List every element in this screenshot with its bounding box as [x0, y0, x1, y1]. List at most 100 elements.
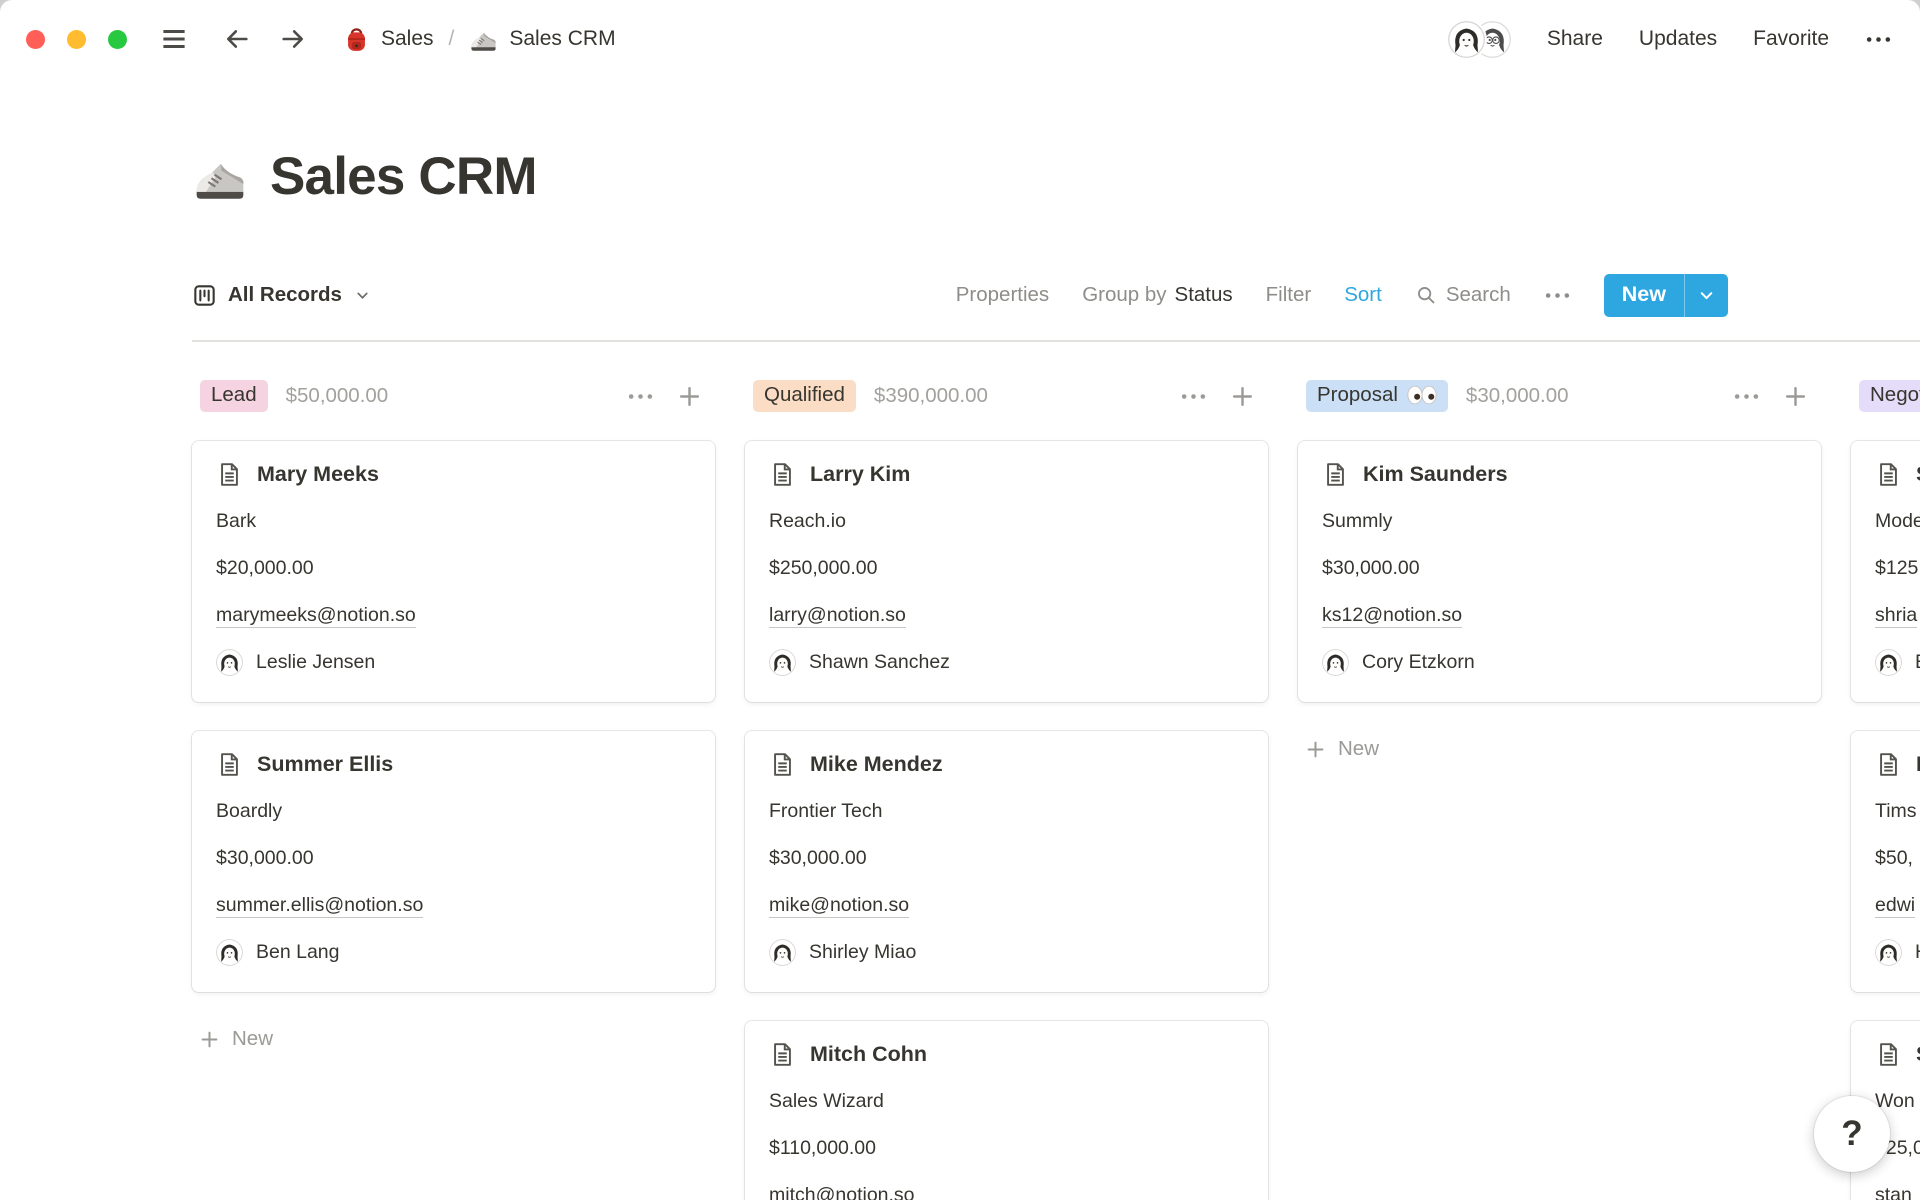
- card-company: Summly: [1322, 508, 1797, 535]
- plus-icon: [1306, 740, 1325, 759]
- owner-name: Leslie Jensen: [256, 649, 375, 676]
- share-button[interactable]: Share: [1547, 27, 1603, 51]
- eyes-icon: [1407, 385, 1437, 405]
- record-card[interactable]: Summer Ellis Boardly $30,000.00 summer.e…: [192, 731, 715, 992]
- record-card[interactable]: Mary Meeks Bark $20,000.00 marymeeks@not…: [192, 441, 715, 702]
- group-by-value: Status: [1175, 283, 1233, 307]
- board-column: Lead $50,000.00 Mary Meeks Bark $20,000.…: [192, 378, 715, 1057]
- owner-avatar: [1875, 939, 1902, 966]
- card-email-link[interactable]: ks12@notion.so: [1322, 604, 1462, 628]
- column-status-badge[interactable]: Qualified: [753, 380, 856, 412]
- column-status-badge[interactable]: Negotiation: [1859, 380, 1920, 412]
- add-card-label: New: [1338, 737, 1379, 761]
- card-email-link[interactable]: mitch@notion.so: [769, 1184, 915, 1200]
- column-add-icon[interactable]: [1784, 385, 1807, 408]
- record-card[interactable]: Mike Mendez Frontier Tech $30,000.00 mik…: [745, 731, 1268, 992]
- backpack-icon: [343, 26, 370, 53]
- breadcrumb-label: Sales: [381, 27, 434, 51]
- add-card-button[interactable]: New: [1298, 731, 1821, 767]
- search-button[interactable]: Search: [1415, 283, 1511, 307]
- new-button-chevron-icon[interactable]: [1685, 274, 1728, 317]
- view-name: All Records: [228, 283, 342, 307]
- column-more-icon[interactable]: [1180, 392, 1207, 401]
- owner-name: H: [1915, 939, 1920, 966]
- back-arrow-icon[interactable]: [223, 25, 251, 53]
- column-status-badge[interactable]: Lead: [200, 380, 268, 412]
- owner-avatar: [769, 939, 796, 966]
- card-owner-row: Ben Lang: [216, 939, 691, 966]
- view-switcher[interactable]: All Records: [192, 283, 370, 308]
- collaborator-avatars[interactable]: [1448, 21, 1511, 58]
- owner-avatar: [769, 649, 796, 676]
- new-record-button[interactable]: New: [1604, 274, 1728, 317]
- chevron-down-icon: [355, 288, 370, 303]
- card-amount: $30,000.00: [1322, 555, 1797, 582]
- filter-button[interactable]: Filter: [1266, 283, 1312, 307]
- sort-button[interactable]: Sort: [1344, 283, 1382, 307]
- page-sneaker-icon[interactable]: [192, 149, 248, 205]
- window-controls: [26, 30, 127, 49]
- record-card[interactable]: Mitch Cohn Sales Wizard $110,000.00 mitc…: [745, 1021, 1268, 1200]
- record-card[interactable]: Larry Kim Reach.io $250,000.00 larry@not…: [745, 441, 1268, 702]
- owner-avatar: [1322, 649, 1349, 676]
- page-title[interactable]: Sales CRM: [270, 148, 537, 206]
- card-title: E: [1916, 752, 1920, 777]
- card-title: Larry Kim: [810, 462, 910, 487]
- card-title: Mike Mendez: [810, 752, 943, 777]
- sidebar-menu-icon[interactable]: [159, 24, 189, 54]
- breadcrumb-item-sales-crm[interactable]: Sales CRM: [469, 25, 615, 54]
- column-more-icon[interactable]: [1733, 392, 1760, 401]
- minimize-window-button[interactable]: [67, 30, 86, 49]
- card-title: S: [1916, 462, 1920, 487]
- column-add-icon[interactable]: [678, 385, 701, 408]
- card-email-link[interactable]: stan: [1875, 1184, 1912, 1200]
- card-owner-row: Shawn Sanchez: [769, 649, 1244, 676]
- page-icon: [1875, 751, 1902, 778]
- card-amount: $125: [1875, 555, 1920, 582]
- zoom-window-button[interactable]: [108, 30, 127, 49]
- group-by-button[interactable]: Group by Status: [1082, 283, 1232, 307]
- card-email-link[interactable]: shria: [1875, 604, 1917, 628]
- help-button[interactable]: ?: [1814, 1096, 1890, 1172]
- add-card-button[interactable]: New: [192, 1021, 715, 1057]
- card-company: Boardly: [216, 798, 691, 825]
- card-title: Summer Ellis: [257, 752, 393, 777]
- breadcrumb-separator: /: [449, 27, 455, 51]
- page-icon: [769, 751, 796, 778]
- column-status-badge[interactable]: Proposal: [1306, 380, 1448, 412]
- updates-button[interactable]: Updates: [1639, 27, 1717, 51]
- record-card[interactable]: Kim Saunders Summly $30,000.00 ks12@noti…: [1298, 441, 1821, 702]
- column-cards: Larry Kim Reach.io $250,000.00 larry@not…: [745, 441, 1268, 1200]
- column-add-icon[interactable]: [1231, 385, 1254, 408]
- column-header: Qualified $390,000.00: [745, 378, 1268, 414]
- board-column: Negotiation S Mode $125 shria E: [1851, 378, 1920, 1200]
- column-total: $30,000.00: [1466, 384, 1569, 408]
- column-more-icon[interactable]: [627, 392, 654, 401]
- card-email-link[interactable]: edwi: [1875, 894, 1915, 918]
- view-more-icon[interactable]: [1544, 291, 1571, 300]
- app-window: Sales / Sales CRM Share Updates Favorite…: [0, 0, 1920, 1200]
- page-icon: [216, 751, 243, 778]
- card-email-link[interactable]: summer.ellis@notion.so: [216, 894, 423, 918]
- card-title: S: [1916, 1042, 1920, 1067]
- plus-icon: [200, 1030, 219, 1049]
- close-window-button[interactable]: [26, 30, 45, 49]
- new-button-label[interactable]: New: [1604, 274, 1684, 317]
- forward-arrow-icon[interactable]: [279, 25, 307, 53]
- favorite-button[interactable]: Favorite: [1753, 27, 1829, 51]
- card-email-link[interactable]: marymeeks@notion.so: [216, 604, 416, 628]
- page-icon: [1875, 461, 1902, 488]
- card-title: Mary Meeks: [257, 462, 379, 487]
- card-owner-row: H: [1875, 939, 1920, 966]
- more-options-icon[interactable]: [1865, 35, 1892, 44]
- properties-button[interactable]: Properties: [956, 283, 1049, 307]
- record-card[interactable]: E Tims $50, edwi H: [1851, 731, 1920, 992]
- card-email-link[interactable]: mike@notion.so: [769, 894, 909, 918]
- record-card[interactable]: S Mode $125 shria E: [1851, 441, 1920, 702]
- breadcrumb-item-sales[interactable]: Sales: [343, 26, 434, 53]
- collaborator-avatar[interactable]: [1448, 21, 1485, 58]
- board-view-icon: [192, 283, 217, 308]
- card-amount: $50,: [1875, 845, 1920, 872]
- card-email-link[interactable]: larry@notion.so: [769, 604, 906, 628]
- column-cards: S Mode $125 shria E E Tims $50, edwi H: [1851, 441, 1920, 1200]
